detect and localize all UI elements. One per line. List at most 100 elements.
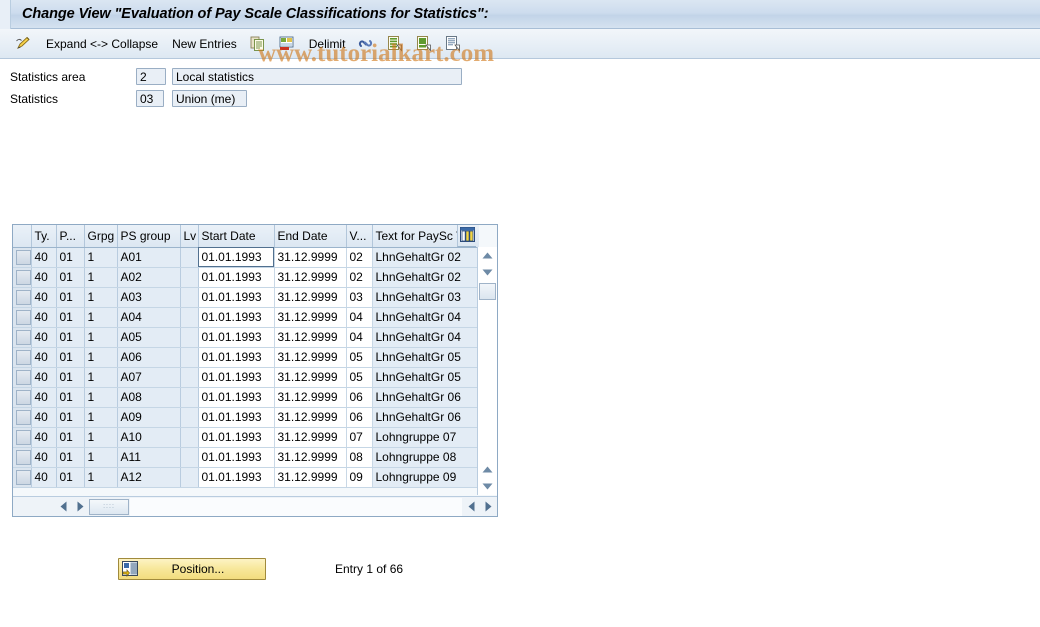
cell-grpg[interactable]: 1 [84,247,118,268]
row-select-box[interactable] [16,409,30,425]
cell-lv[interactable] [180,367,199,388]
cell-sd[interactable]: 01.01.1993 [198,387,275,408]
toolbar-undo-button[interactable] [273,33,300,55]
cell-txt[interactable]: LhnGehaltGr 02 [372,247,479,268]
cell-v[interactable]: 07 [346,427,373,448]
cell-ty[interactable]: 40 [31,427,57,448]
column-header-end-date[interactable]: End Date [274,225,347,248]
cell-grpg[interactable]: 1 [84,327,118,348]
cell-ty[interactable]: 40 [31,267,57,288]
cell-ed[interactable]: 31.12.9999 [274,447,347,468]
cell-sd[interactable]: 01.01.1993 [198,287,275,308]
column-config-button[interactable] [457,225,476,247]
cell-p[interactable]: 01 [56,367,85,388]
cell-ty[interactable]: 40 [31,447,57,468]
cell-lv[interactable] [180,347,199,368]
row-select-box[interactable] [16,349,30,365]
cell-txt[interactable]: LhnGehaltGr 05 [372,367,479,388]
cell-sd[interactable]: 01.01.1993 [198,407,275,428]
cell-ps[interactable]: A09 [117,407,181,428]
table-row[interactable]: 40 01 1 A04 01.01.1993 31.12.9999 04 LhnGehaltG… [13,307,479,328]
cell-p[interactable]: 01 [56,287,85,308]
column-header-p[interactable]: P... [56,225,85,248]
cell-grpg[interactable]: 1 [84,467,118,488]
row-select-cell[interactable] [13,387,32,408]
cell-ps[interactable]: A08 [117,387,181,408]
cell-grpg[interactable]: 1 [84,347,118,368]
row-select-cell[interactable] [13,447,32,468]
row-select-box[interactable] [16,269,30,285]
cell-lv[interactable] [180,407,199,428]
cell-v[interactable]: 09 [346,467,373,488]
cell-ty[interactable]: 40 [31,247,57,268]
cell-grpg[interactable]: 1 [84,427,118,448]
cell-ps[interactable]: A10 [117,427,181,448]
table-row[interactable]: 40 01 1 A08 01.01.1993 31.12.9999 06 LhnGehaltG… [13,387,479,408]
toolbar-expand-collapse-button[interactable]: Expand <-> Collapse [39,33,163,55]
row-select-cell[interactable] [13,407,32,428]
cell-ed[interactable]: 31.12.9999 [274,427,347,448]
cell-ty[interactable]: 40 [31,307,57,328]
cell-v[interactable]: 03 [346,287,373,308]
cell-ty[interactable]: 40 [31,407,57,428]
table-row[interactable]: 40 01 1 A03 01.01.1993 31.12.9999 03 LhnGehaltG… [13,287,479,308]
cell-v[interactable]: 04 [346,307,373,328]
row-select-cell[interactable] [13,287,32,308]
cell-ed[interactable]: 31.12.9999 [274,367,347,388]
toolbar-copy-button[interactable] [244,33,271,55]
cell-lv[interactable] [180,247,199,268]
row-select-cell[interactable] [13,427,32,448]
cell-ps[interactable]: A05 [117,327,181,348]
cell-v[interactable]: 02 [346,247,373,268]
cell-ps[interactable]: A02 [117,267,181,288]
table-horizontal-scrollbar[interactable]: :::: [13,496,497,516]
cell-ps[interactable]: A01 [117,247,181,268]
hscroll-left-button[interactable] [55,498,72,515]
cell-grpg[interactable]: 1 [84,447,118,468]
row-select-box[interactable] [16,469,30,485]
cell-sd[interactable]: 01.01.1993 [198,367,275,388]
row-select-box[interactable] [16,329,30,345]
cell-txt[interactable]: LhnGehaltGr 05 [372,347,479,368]
row-select-box[interactable] [16,369,30,385]
cell-sd[interactable]: 01.01.1993 [198,327,275,348]
cell-p[interactable]: 01 [56,407,85,428]
cell-grpg[interactable]: 1 [84,407,118,428]
cell-ed[interactable]: 31.12.9999 [274,347,347,368]
cell-p[interactable]: 01 [56,467,85,488]
cell-v[interactable]: 06 [346,407,373,428]
toolbar-edit-button[interactable] [10,33,37,55]
cell-sd[interactable]: 01.01.1993 [198,347,275,368]
row-select-box[interactable] [16,289,30,305]
cell-ty[interactable]: 40 [31,467,57,488]
cell-sd[interactable]: 01.01.1993 [198,427,275,448]
cell-txt[interactable]: LhnGehaltGr 02 [372,267,479,288]
cell-ed[interactable]: 31.12.9999 [274,387,347,408]
scroll-up-button[interactable] [478,247,497,264]
row-select-box[interactable] [16,309,30,325]
cell-txt[interactable]: LhnGehaltGr 04 [372,327,479,348]
cell-ed[interactable]: 31.12.9999 [274,307,347,328]
cell-lv[interactable] [180,467,199,488]
cell-ed[interactable]: 31.12.9999 [274,407,347,428]
table-row[interactable]: 40 01 1 A07 01.01.1993 31.12.9999 05 LhnGehaltG… [13,367,479,388]
cell-ty[interactable]: 40 [31,327,57,348]
row-select-cell[interactable] [13,347,32,368]
cell-txt[interactable]: Lohngruppe 07 [372,427,479,448]
row-select-cell[interactable] [13,267,32,288]
cell-lv[interactable] [180,387,199,408]
table-row[interactable]: 40 01 1 A02 01.01.1993 31.12.9999 02 LhnGehaltG… [13,267,479,288]
cell-v[interactable]: 04 [346,327,373,348]
statistics-area-description-field[interactable]: Local statistics [172,68,462,85]
cell-txt[interactable]: Lohngruppe 08 [372,447,479,468]
table-row[interactable]: 40 01 1 A05 01.01.1993 31.12.9999 04 LhnGehaltG… [13,327,479,348]
toolbar-deselect-button[interactable] [410,33,437,55]
cell-ty[interactable]: 40 [31,287,57,308]
toolbar-details-button[interactable] [439,33,466,55]
cell-ps[interactable]: A04 [117,307,181,328]
hscroll-right-button[interactable] [72,498,89,515]
statistics-key-field[interactable]: 03 [136,90,164,107]
statistics-description-field[interactable]: Union (me) [172,90,247,107]
cell-ty[interactable]: 40 [31,367,57,388]
table-row[interactable]: 40 01 1 A06 01.01.1993 31.12.9999 05 LhnGehaltG… [13,347,479,368]
